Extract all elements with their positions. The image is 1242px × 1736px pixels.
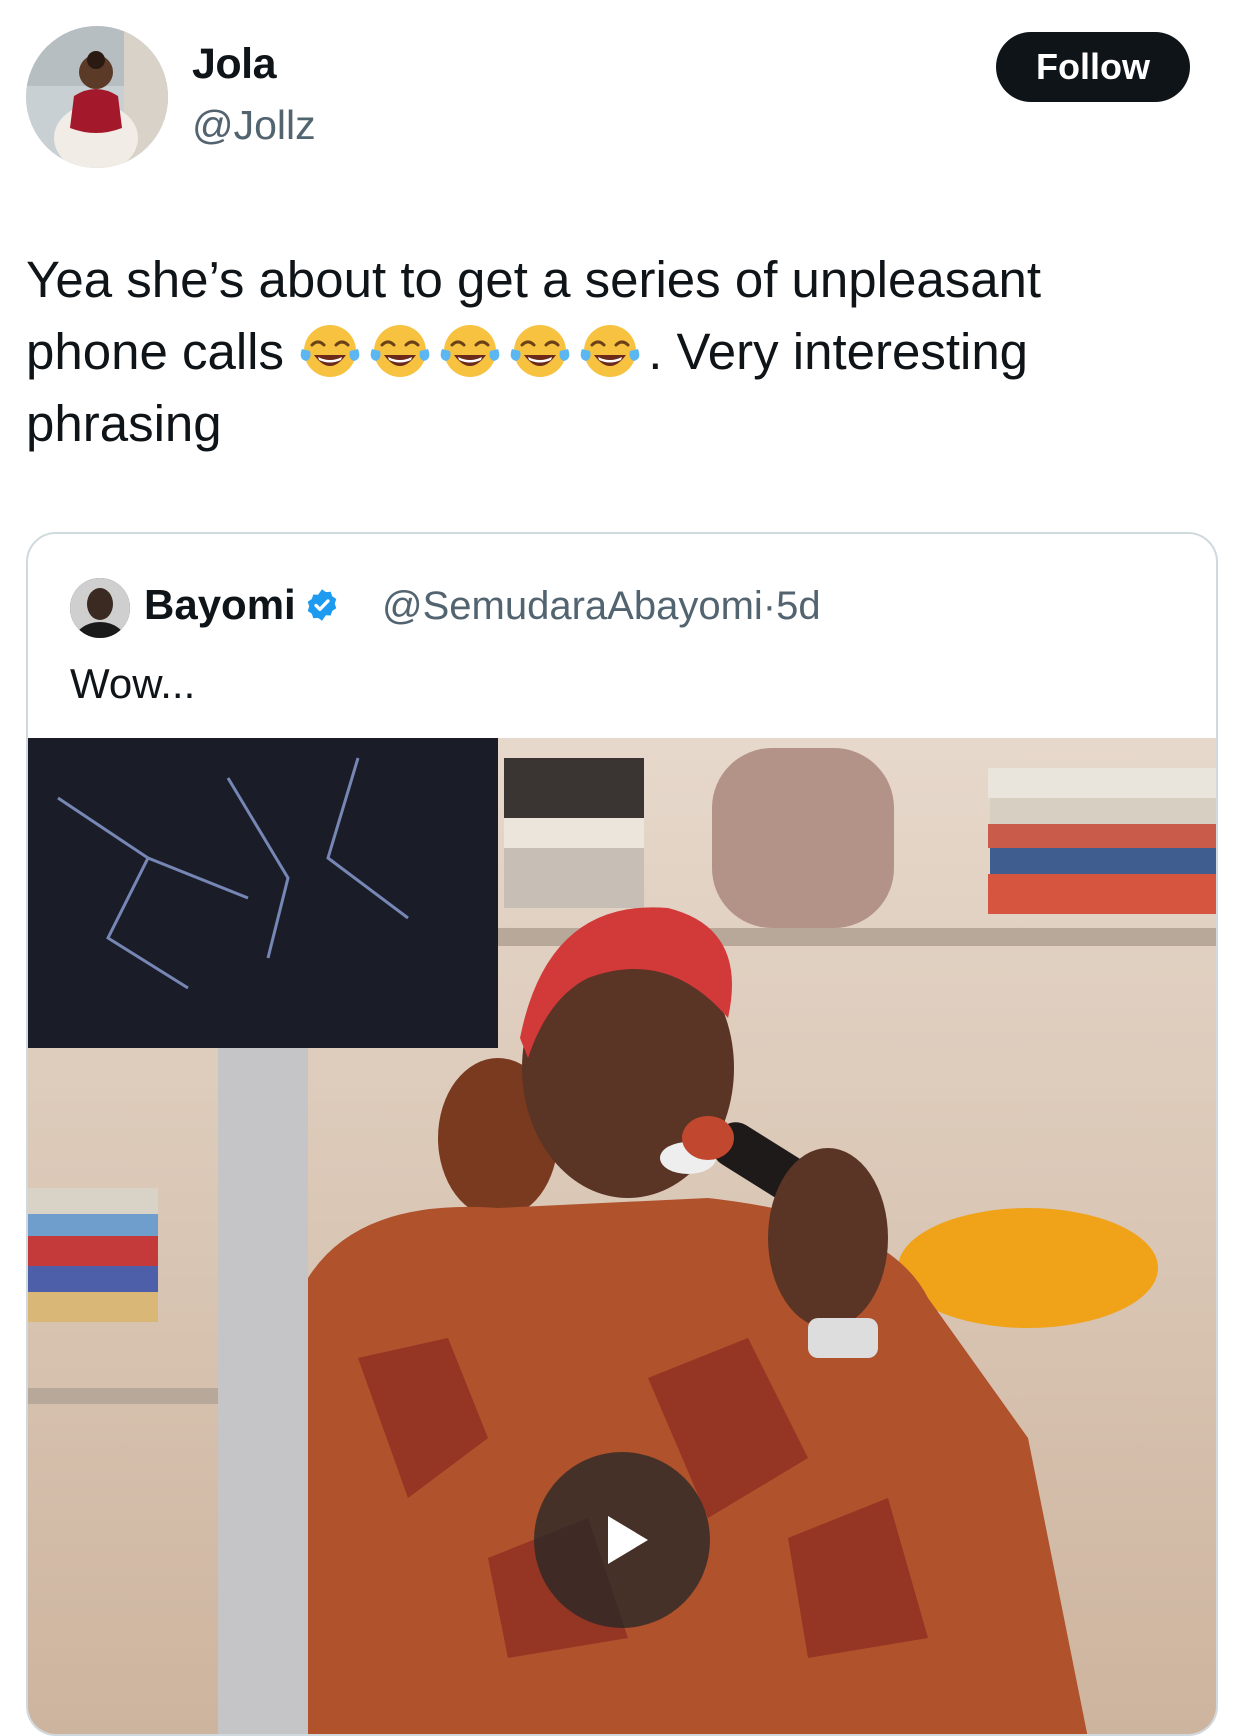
tweet-line-2-end: . Very interesting — [648, 323, 1029, 380]
quoted-author-avatar[interactable] — [70, 578, 130, 638]
face-with-tears-of-joy-emoji — [370, 325, 430, 377]
quoted-author-display-name[interactable]: Bayomi — [144, 581, 296, 629]
author-avatar[interactable] — [26, 26, 168, 168]
tweet-text: Yea she’s about to get a series of unple… — [26, 244, 1196, 460]
author-display-name[interactable]: Jola — [192, 40, 277, 89]
quoted-tweet-card[interactable]: Bayomi @SemudaraAbayomi·5d Wow... — [26, 532, 1218, 1736]
follow-button[interactable]: Follow — [996, 32, 1190, 102]
quoted-tweet-text: Wow... — [70, 660, 196, 707]
face-with-tears-of-joy-emoji — [580, 325, 640, 377]
quoted-timestamp[interactable]: 5d — [776, 584, 821, 628]
quoted-author-handle[interactable]: @SemudaraAbayomi — [382, 584, 763, 628]
quoted-handle-line: @SemudaraAbayomi·5d — [382, 584, 821, 629]
avatar-photo — [26, 26, 168, 168]
tweet-line-2-start: phone calls — [26, 323, 299, 380]
face-with-tears-of-joy-emoji — [440, 325, 500, 377]
separator-dot: · — [762, 584, 777, 628]
emoji-row — [298, 323, 648, 380]
play-icon — [608, 1516, 648, 1564]
quoted-author-name-group[interactable]: Bayomi — [144, 581, 340, 629]
play-button[interactable] — [534, 1452, 710, 1628]
face-with-tears-of-joy-emoji — [510, 325, 570, 377]
verified-badge-icon — [307, 589, 336, 621]
video-thumbnail[interactable] — [28, 738, 1216, 1734]
tweet-line-3: phrasing — [26, 395, 222, 452]
quoted-avatar-photo — [70, 578, 130, 638]
author-handle[interactable]: @Jollz — [192, 102, 316, 149]
face-with-tears-of-joy-emoji — [300, 325, 360, 377]
tweet-line-1: Yea she’s about to get a series of unple… — [26, 251, 1042, 308]
tweet-line-2: phone calls . Very interesting — [26, 316, 1196, 388]
